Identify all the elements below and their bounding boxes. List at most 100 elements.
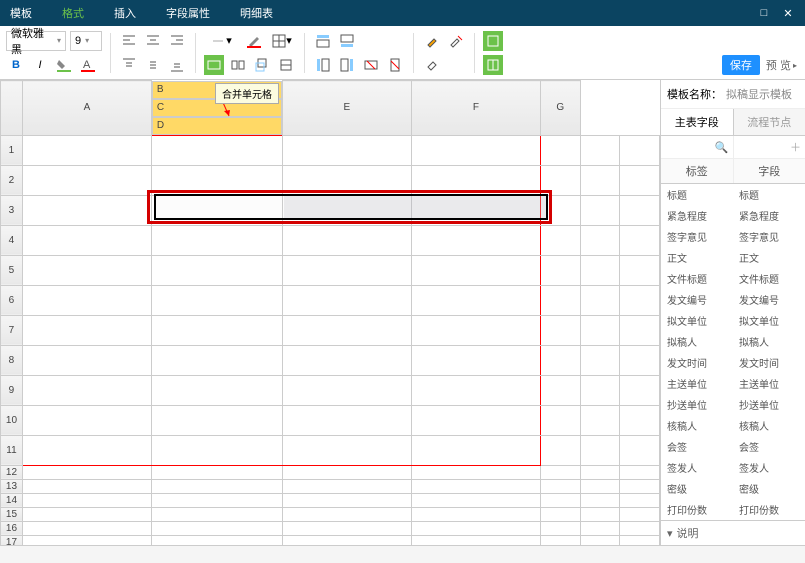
cell[interactable] bbox=[282, 195, 411, 225]
cell[interactable] bbox=[22, 285, 151, 315]
cell[interactable] bbox=[580, 375, 620, 405]
cell[interactable] bbox=[411, 479, 540, 493]
cell[interactable] bbox=[151, 507, 282, 521]
cell[interactable] bbox=[580, 255, 620, 285]
font-select[interactable]: 微软雅黑▾ bbox=[6, 31, 66, 51]
field-row[interactable]: 签发人签发人 bbox=[661, 457, 805, 478]
cell[interactable] bbox=[282, 535, 411, 545]
cell[interactable] bbox=[411, 521, 540, 535]
row-header[interactable]: 13 bbox=[1, 479, 23, 493]
save-button[interactable]: 保存 bbox=[722, 55, 760, 75]
cell[interactable] bbox=[151, 135, 282, 165]
cell[interactable] bbox=[620, 465, 660, 479]
field-row[interactable]: 拟稿人拟稿人 bbox=[661, 331, 805, 352]
cell[interactable] bbox=[151, 165, 282, 195]
tab-process-nodes[interactable]: 流程节点 bbox=[734, 109, 805, 135]
cell[interactable] bbox=[411, 255, 540, 285]
clone-button[interactable] bbox=[252, 55, 272, 75]
menu-detailtable[interactable]: 明细表 bbox=[240, 5, 273, 21]
split-cells-button[interactable] bbox=[228, 55, 248, 75]
cell[interactable] bbox=[540, 493, 580, 507]
maximize-icon[interactable]: □ bbox=[757, 7, 771, 20]
insert-row-below-icon[interactable] bbox=[337, 31, 357, 51]
row-header[interactable]: 2 bbox=[1, 165, 23, 195]
cell[interactable] bbox=[580, 435, 620, 465]
cell[interactable] bbox=[411, 535, 540, 545]
cell[interactable] bbox=[411, 375, 540, 405]
cell[interactable] bbox=[580, 507, 620, 521]
col-header[interactable]: E bbox=[282, 81, 411, 136]
cell[interactable] bbox=[411, 135, 540, 165]
close-icon[interactable]: ✕ bbox=[781, 7, 795, 20]
cell[interactable] bbox=[282, 465, 411, 479]
delete-col-icon[interactable] bbox=[385, 55, 405, 75]
merge-cells-button[interactable] bbox=[204, 55, 224, 75]
row-header[interactable]: 16 bbox=[1, 521, 23, 535]
cell[interactable] bbox=[540, 225, 580, 255]
cell[interactable] bbox=[282, 493, 411, 507]
cell[interactable] bbox=[580, 535, 620, 545]
row-header[interactable]: 8 bbox=[1, 345, 23, 375]
cell[interactable] bbox=[580, 165, 620, 195]
row-header[interactable]: 6 bbox=[1, 285, 23, 315]
cell[interactable] bbox=[22, 165, 151, 195]
cell[interactable] bbox=[540, 405, 580, 435]
cell[interactable] bbox=[620, 375, 660, 405]
field-row[interactable]: 文件标题文件标题 bbox=[661, 268, 805, 289]
cell[interactable] bbox=[151, 375, 282, 405]
tab-main-fields[interactable]: 主表字段 bbox=[661, 109, 734, 135]
cell[interactable] bbox=[22, 479, 151, 493]
row-header[interactable]: 17 bbox=[1, 535, 23, 545]
row-header[interactable]: 15 bbox=[1, 507, 23, 521]
cell[interactable] bbox=[620, 405, 660, 435]
row-header[interactable]: 1 bbox=[1, 135, 23, 165]
field-row[interactable]: 拟文单位拟文单位 bbox=[661, 310, 805, 331]
cell[interactable] bbox=[151, 479, 282, 493]
cell[interactable] bbox=[22, 435, 151, 465]
col-header[interactable] bbox=[1, 81, 23, 136]
cell[interactable] bbox=[411, 225, 540, 255]
cell[interactable] bbox=[580, 465, 620, 479]
cell[interactable] bbox=[540, 165, 580, 195]
clear-format-icon[interactable] bbox=[446, 31, 466, 51]
green-action-2[interactable] bbox=[483, 55, 503, 75]
brush-icon[interactable] bbox=[422, 31, 442, 51]
cell[interactable] bbox=[282, 479, 411, 493]
cell[interactable] bbox=[151, 535, 282, 545]
cell[interactable] bbox=[540, 135, 580, 165]
cell[interactable] bbox=[620, 345, 660, 375]
insert-col-right-icon[interactable] bbox=[337, 55, 357, 75]
cell[interactable] bbox=[411, 493, 540, 507]
align-center-icon[interactable] bbox=[143, 31, 163, 51]
align-left-icon[interactable] bbox=[119, 31, 139, 51]
cell[interactable] bbox=[580, 225, 620, 255]
cell[interactable] bbox=[540, 465, 580, 479]
cell[interactable] bbox=[540, 521, 580, 535]
insert-col-left-icon[interactable] bbox=[313, 55, 333, 75]
menu-format[interactable]: 格式 bbox=[62, 5, 84, 21]
valign-bottom-icon[interactable] bbox=[167, 55, 187, 75]
cell[interactable] bbox=[151, 521, 282, 535]
line-color-button[interactable] bbox=[244, 31, 264, 51]
cell[interactable] bbox=[282, 345, 411, 375]
cell[interactable] bbox=[580, 315, 620, 345]
field-row[interactable]: 发文编号发文编号 bbox=[661, 289, 805, 310]
row-header[interactable]: 5 bbox=[1, 255, 23, 285]
row-header[interactable]: 12 bbox=[1, 465, 23, 479]
fillcolor-button[interactable] bbox=[54, 55, 74, 75]
cell[interactable] bbox=[620, 165, 660, 195]
row-header[interactable]: 10 bbox=[1, 405, 23, 435]
cell[interactable] bbox=[580, 135, 620, 165]
cell[interactable] bbox=[620, 521, 660, 535]
cell[interactable] bbox=[22, 507, 151, 521]
cell[interactable] bbox=[411, 405, 540, 435]
cell[interactable] bbox=[282, 225, 411, 255]
cell[interactable] bbox=[540, 285, 580, 315]
row-header[interactable]: 11 bbox=[1, 435, 23, 465]
cell[interactable] bbox=[282, 521, 411, 535]
row-header[interactable]: 9 bbox=[1, 375, 23, 405]
field-row[interactable]: 密级密级 bbox=[661, 478, 805, 499]
field-row[interactable]: 标题标题 bbox=[661, 184, 805, 205]
cell[interactable] bbox=[22, 405, 151, 435]
cell[interactable] bbox=[620, 479, 660, 493]
